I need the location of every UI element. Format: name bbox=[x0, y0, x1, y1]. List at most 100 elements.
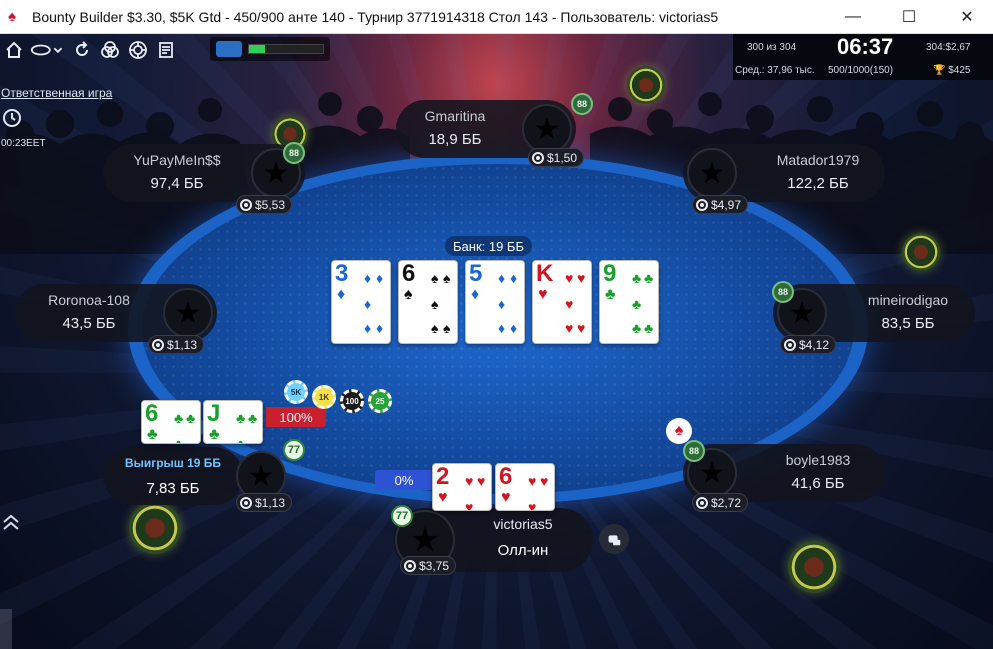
cashier-icon[interactable] bbox=[152, 36, 180, 64]
card-suit: ♥ bbox=[538, 286, 548, 303]
bounty-coin-icon bbox=[627, 66, 665, 104]
player-note-icon[interactable]: 88 bbox=[571, 93, 593, 115]
card-suit: ♥ bbox=[501, 489, 511, 506]
hand-icon bbox=[608, 535, 621, 546]
playing-card: 3 ♦ ♦ ♦ ♦ ♦ ♦ bbox=[331, 260, 391, 344]
scrollbar[interactable] bbox=[0, 609, 12, 649]
card-pip: ♦ bbox=[510, 320, 518, 336]
target-icon[interactable] bbox=[124, 36, 152, 64]
home-icon[interactable] bbox=[0, 36, 28, 64]
replay-icon[interactable] bbox=[68, 36, 96, 64]
sit-out-button[interactable] bbox=[599, 524, 629, 554]
bounty-coin-icon bbox=[129, 502, 181, 554]
bounty-badge: $4,12 bbox=[780, 335, 837, 354]
player-stack: 41,6 ББ bbox=[791, 475, 845, 492]
maximize-button[interactable]: ☐ bbox=[886, 0, 932, 34]
card-pip: ♣ bbox=[174, 436, 184, 444]
bounty-badge: $2,72 bbox=[692, 493, 749, 512]
player-note-icon[interactable]: 88 bbox=[283, 142, 305, 164]
battery-icon bbox=[216, 41, 242, 57]
bounty-badge: $1,50 bbox=[528, 148, 585, 167]
pot-label: Банк: 19 ББ bbox=[445, 236, 532, 256]
bounty-badge: $1,13 bbox=[148, 335, 205, 354]
card-rank: 3 bbox=[335, 260, 349, 287]
chip-100: 100 bbox=[340, 389, 364, 413]
bounty-value: $5,53 bbox=[255, 197, 286, 212]
card-pip: ♣ bbox=[236, 436, 246, 444]
bounty-target-icon bbox=[240, 198, 252, 211]
card-pip: ♣ bbox=[186, 410, 196, 426]
collapse-up-icon[interactable] bbox=[0, 512, 22, 534]
player-note-icon[interactable]: 88 bbox=[772, 281, 794, 303]
player-note-icon[interactable]: 88 bbox=[683, 440, 705, 462]
card-pip: ♠ bbox=[443, 320, 451, 336]
card-pip: ♠ bbox=[431, 296, 439, 312]
seat-mineirodigao[interactable]: ★ mineirodigao 83,5 ББ bbox=[773, 284, 975, 342]
player-stack: 97,4 ББ bbox=[150, 175, 204, 192]
card-suit: ♣ bbox=[147, 426, 158, 443]
card-rank: 6 bbox=[499, 463, 513, 490]
card-rank: 9 bbox=[603, 260, 617, 287]
playing-card: K ♥ ♥ ♥ ♥ ♥ ♥ bbox=[532, 260, 592, 344]
bounty-target-icon bbox=[152, 338, 164, 351]
card-pip: ♦ bbox=[498, 270, 506, 286]
player-status: Олл-ин bbox=[497, 542, 549, 559]
card-pip: ♥ bbox=[565, 270, 574, 286]
avatar: ★ bbox=[522, 104, 572, 154]
chip-5k: 5K bbox=[284, 380, 308, 404]
card-suit: ♣ bbox=[209, 426, 220, 443]
card-pip: ♥ bbox=[577, 270, 586, 286]
playing-card: 6♥♥♥♥♥♥ bbox=[495, 463, 555, 511]
card-pip: ♥ bbox=[528, 473, 537, 489]
chat-icon[interactable] bbox=[28, 36, 68, 64]
player-name: YuPayMeIn$$ bbox=[133, 152, 221, 168]
card-pip: ♥ bbox=[477, 473, 486, 489]
card-pip: ♦ bbox=[498, 296, 506, 312]
chip-1k: 1K bbox=[312, 385, 336, 409]
bounty-target-icon bbox=[404, 559, 416, 572]
avatar: ★ bbox=[687, 148, 737, 198]
card-rank: 2 bbox=[436, 463, 450, 490]
window-title: Bounty Builder $3.30, $5K Gtd - 450/900 … bbox=[32, 8, 719, 25]
card-pip: ♣ bbox=[248, 410, 258, 426]
prize-info: 304:$2,67 bbox=[926, 42, 971, 53]
card-pip: ♦ bbox=[364, 320, 372, 336]
avatar: ★ bbox=[163, 288, 213, 338]
card-suit: ♠ bbox=[404, 286, 413, 303]
player-note-icon[interactable]: 77 bbox=[283, 439, 305, 461]
seat-yupaymein[interactable]: ★ YuPayMeIn$$ 97,4 ББ bbox=[103, 144, 305, 202]
player-stack: 122,2 ББ bbox=[787, 175, 849, 192]
bounty-coin-icon bbox=[902, 233, 940, 271]
pokerstars-spade-icon: ♠ bbox=[8, 7, 16, 25]
cards-icon[interactable] bbox=[96, 36, 124, 64]
close-button[interactable]: ✕ bbox=[944, 0, 990, 34]
bounty-value: $2,72 bbox=[711, 495, 742, 510]
card-rank: 6 bbox=[145, 400, 159, 427]
card-pip: ♠ bbox=[431, 270, 439, 286]
card-pip: ♦ bbox=[364, 296, 372, 312]
playing-card: J♣♣♣♣♣♣ bbox=[203, 400, 263, 444]
card-rank: K bbox=[536, 260, 554, 287]
card-suit: ♣ bbox=[605, 286, 616, 303]
player-position: 300 из 304 bbox=[747, 42, 797, 53]
player-note-icon[interactable]: 77 bbox=[391, 505, 413, 527]
minimize-button[interactable]: — bbox=[830, 0, 876, 34]
bounty-badge: $3,75 bbox=[400, 556, 457, 575]
bounty-target-icon bbox=[784, 338, 796, 351]
bounty-value: $1,13 bbox=[167, 337, 198, 352]
card-pip: ♠ bbox=[443, 270, 451, 286]
seat-matador1979[interactable]: ★ Matador1979 122,2 ББ bbox=[683, 144, 885, 202]
responsible-gaming-link[interactable]: Ответственная игра bbox=[1, 86, 112, 100]
card-pip: ♥ bbox=[565, 320, 574, 336]
bounty-target-icon bbox=[532, 151, 544, 164]
card-pip: ♥ bbox=[540, 473, 549, 489]
playing-card: 6 ♠ ♠ ♠ ♠ ♠ ♠ bbox=[398, 260, 458, 344]
card-pip: ♣ bbox=[632, 320, 642, 336]
card-pip: ♦ bbox=[376, 270, 384, 286]
card-pip: ♣ bbox=[236, 410, 246, 426]
bounty-target-icon bbox=[696, 198, 708, 211]
seat-roronoa-108[interactable]: ★ Roronoa-108 43,5 ББ bbox=[15, 284, 217, 342]
bounty-value: $3,75 bbox=[419, 558, 450, 573]
card-pip: ♦ bbox=[364, 270, 372, 286]
playing-card: 6♣♣♣♣♣♣ bbox=[141, 400, 201, 444]
